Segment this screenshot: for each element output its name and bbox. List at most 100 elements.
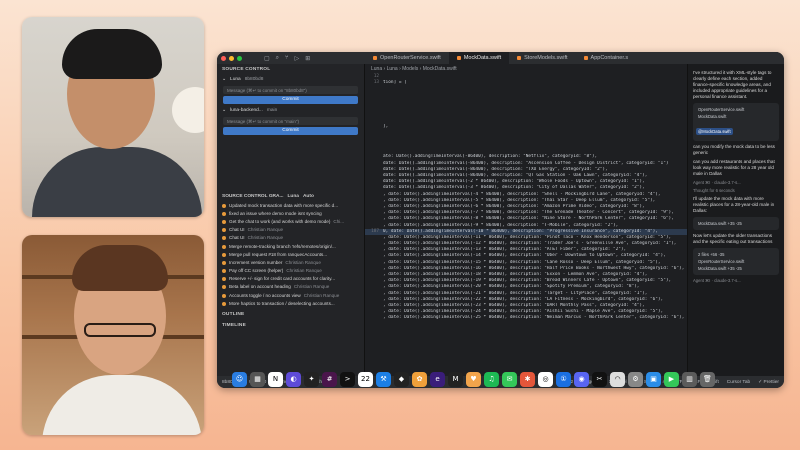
commit-message-input[interactable]: Message (⌘↵ to commit on "main") — [223, 117, 358, 125]
ellie-icon[interactable]: e — [430, 371, 445, 387]
file-reference-chip[interactable]: @MockData.swift — [696, 128, 733, 135]
extensions-icon[interactable]: ⊞ — [305, 55, 310, 62]
graph-header[interactable]: SOURCE CONTROL GRA... Luna Auto — [217, 192, 364, 201]
commit-node-icon — [222, 203, 226, 208]
launchpad-icon[interactable]: ▦ — [250, 371, 265, 387]
spotify-icon[interactable]: ♫ — [484, 371, 499, 387]
commit-row[interactable]: Chat UI Christian Ranque — [217, 234, 364, 242]
minimize-window-button[interactable] — [229, 55, 234, 61]
mail-icon[interactable]: M — [448, 371, 463, 387]
tinder-icon[interactable]: ♥ — [466, 371, 481, 387]
commit-button[interactable]: Commit — [223, 96, 358, 104]
code-editor[interactable]: Luna › Luna › Models › MockData.swift 12… — [365, 64, 687, 376]
repo-luna[interactable]: ⌄ Luna 8b80bd8 — [217, 75, 364, 84]
preview-icon[interactable]: ▣ — [646, 371, 661, 387]
commit-author: Christian Ranque — [247, 227, 284, 233]
chatgpt-icon[interactable]: ◎ — [538, 371, 553, 387]
repo-luna-backend[interactable]: ⌄ luna-backend... main — [217, 106, 364, 115]
commit-message-input[interactable]: Message (⌘↵ to commit on "8b80bd8") — [223, 86, 358, 94]
terminal-icon[interactable]: > — [340, 371, 355, 387]
finder-icon[interactable]: ☺ — [232, 371, 247, 387]
commit-row[interactable]: Chat UI Christian Ranque — [217, 226, 364, 234]
dock: ☺ ▦ N ◐ ✦ # >22 ⚒ ◆ ✿ e M ♥ ♫ ✉ ✱ ◎ ① ◉ ✂ ◠ ⚙ ▣ ▶ ▥ 🗑 — [232, 368, 774, 390]
arc-icon[interactable]: ◠ — [610, 371, 625, 387]
file-diff[interactable]: OpenRouterService.swift — [696, 258, 776, 265]
outline-header[interactable]: OUTLINE — [217, 309, 364, 320]
facetime-icon[interactable]: ▶ — [664, 371, 679, 387]
assistant-message: Now let's update the older transactions … — [693, 233, 773, 244]
tab-1[interactable]: MockData.swift — [448, 52, 510, 64]
thought-indicator[interactable]: Thought for 6 seconds — [688, 188, 784, 193]
window-controls — [221, 55, 242, 61]
ai-chat-panel: I've structured it with XML-style tags t… — [687, 64, 784, 376]
commit-node-icon — [222, 277, 226, 282]
files-changed-summary: 2 files +56 -35 — [698, 252, 725, 257]
participant-hair — [72, 245, 168, 291]
settings-icon[interactable]: ⚙ — [628, 371, 643, 387]
files-changed-card[interactable]: 2 files +56 -35 OpenRouterService.swift … — [693, 248, 779, 275]
close-window-button[interactable] — [221, 55, 226, 61]
commit-message: Merge pull request #18 from ranquecAccou… — [229, 251, 328, 257]
notion-icon[interactable]: N — [268, 371, 283, 387]
search-icon[interactable]: ⌕ — [276, 55, 279, 62]
commit-row[interactable]: Reserve +/- sign for credit card account… — [217, 275, 364, 283]
commit-row[interactable]: More haptics to transaction / deselectin… — [217, 299, 364, 307]
files-icon[interactable]: ▢ — [264, 55, 270, 62]
messages-icon[interactable]: ✉ — [502, 371, 517, 387]
commit-row[interactable]: Increment version number Christian Ranque — [217, 258, 364, 266]
slack-icon[interactable]: # — [322, 371, 337, 387]
capcut-icon[interactable]: ✂ — [592, 371, 607, 387]
commit-message: Updated mock transaction data with more … — [229, 202, 339, 208]
commit-row[interactable]: Get the chat to work (and works with dem… — [217, 217, 364, 225]
trash-icon[interactable]: 🗑 — [700, 371, 715, 387]
commit-row[interactable]: fixed an issue where demo mode isnt sync… — [217, 209, 364, 217]
agent-model-selector[interactable]: Agent ⌘I · claude-3.7-s... — [688, 278, 784, 283]
commit-row[interactable]: Beta label on account heading Christian R… — [217, 283, 364, 291]
file-diff[interactable]: MockData.swift +35 -25 — [696, 220, 776, 227]
swift-file-icon — [456, 56, 461, 60]
line-text: ], — [383, 123, 389, 129]
file-diff[interactable]: MockData.swift +35 -25 — [696, 265, 776, 272]
activity-bar: ▢ ⌕ ⑂ ▷ ⊞ — [264, 55, 310, 62]
tab-bar: OpenRouterService.swift MockData.swift Sto… — [365, 52, 636, 64]
commit-node-icon — [222, 211, 226, 216]
photos-icon[interactable]: ✿ — [412, 371, 427, 387]
tab-3[interactable]: AppContainer.s — [576, 52, 637, 64]
timeline-header[interactable]: TIMELINE — [217, 320, 364, 331]
calendar-icon[interactable]: 22 — [358, 371, 373, 387]
folder-icon[interactable]: ▥ — [682, 371, 697, 387]
commit-row[interactable]: Pay off CC screen (helper) Christian Ranq… — [217, 267, 364, 275]
commit-row[interactable]: Updated mock transaction data with more … — [217, 201, 364, 209]
zoom-window-button[interactable] — [237, 55, 242, 61]
user-message: can you add restaurants and places that … — [693, 159, 775, 176]
file-chip[interactable]: MockData.swift — [696, 113, 776, 120]
cursor-icon[interactable]: ◆ — [394, 371, 409, 387]
tab-2[interactable]: StoreModels.swift — [509, 52, 575, 64]
file-diff-card[interactable]: MockData.swift +35 -25 — [693, 217, 779, 230]
commit-button[interactable]: Commit — [223, 127, 358, 135]
agent-model-selector[interactable]: Agent ⌘I · claude-3.7-s... — [688, 180, 784, 185]
xcode-icon[interactable]: ⚒ — [376, 371, 391, 387]
linear-icon[interactable]: ◐ — [286, 371, 301, 387]
commit-row[interactable]: Accounts toggle / no accounts view Christ… — [217, 291, 364, 299]
commit-node-icon — [222, 219, 226, 224]
commit-row[interactable]: Merge pull request #18 from ranquecAccou… — [217, 250, 364, 258]
tab-0[interactable]: OpenRouterService.swift — [365, 52, 449, 64]
commit-message: Reserve +/- sign for credit card account… — [229, 276, 335, 282]
figma-icon[interactable]: ✦ — [304, 371, 319, 387]
discord-icon[interactable]: ◉ — [574, 371, 589, 387]
onepassword-icon[interactable]: ① — [556, 371, 571, 387]
swift-file-icon — [373, 56, 377, 60]
commit-message: Pay off CC screen (helper) — [229, 268, 284, 274]
perplexity-icon[interactable]: ✱ — [520, 371, 535, 387]
commit-row[interactable]: Merge remote-tracking branch 'refs/remot… — [217, 242, 364, 250]
source-control-icon[interactable]: ⑂ — [285, 55, 289, 62]
chevron-down-icon: ⌄ — [222, 77, 227, 82]
debug-icon[interactable]: ▷ — [295, 55, 300, 62]
file-chip[interactable]: OpenRouterService.swift — [696, 106, 776, 113]
graph-header-label: SOURCE CONTROL GRA... — [222, 194, 284, 199]
commit-message: Chat UI — [229, 235, 245, 241]
commit-author: Christian Ranque — [285, 259, 321, 265]
commit-node-icon — [222, 293, 226, 298]
chevron-down-icon: ⌄ — [222, 108, 227, 113]
